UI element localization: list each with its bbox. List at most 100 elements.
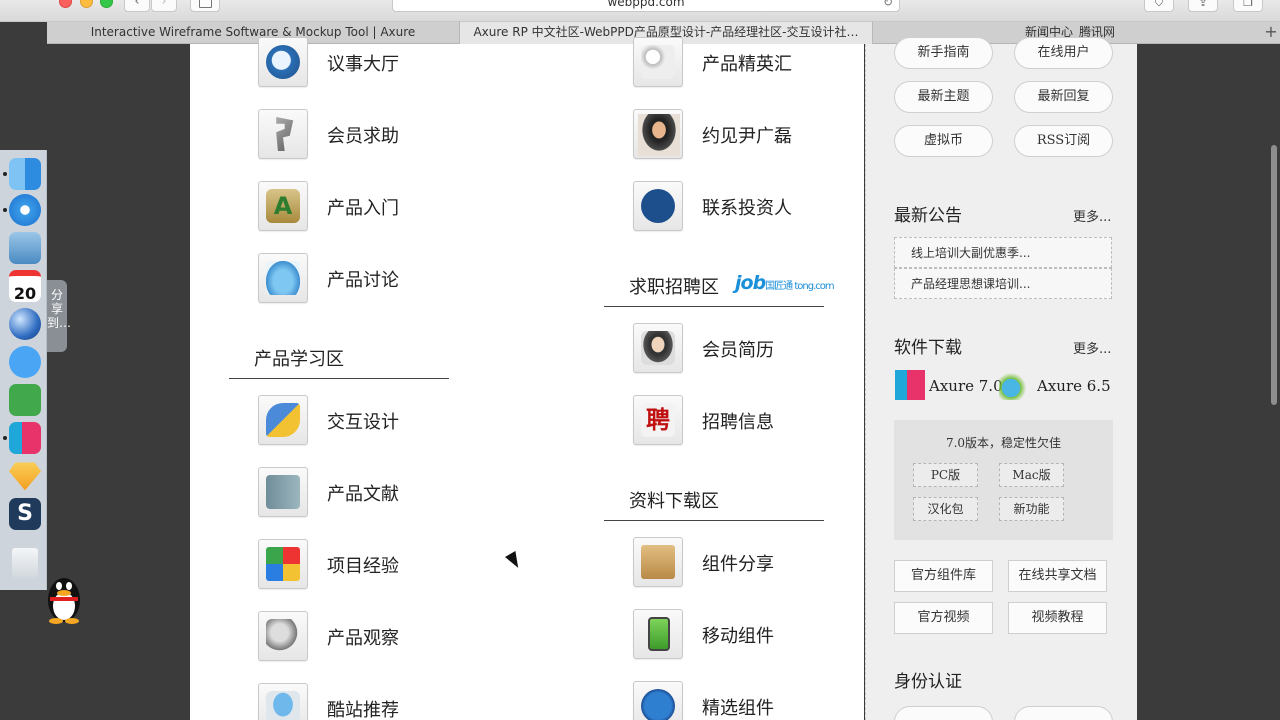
download-pc-button[interactable]: PC版 [913,463,978,487]
question-mark-icon [258,109,308,159]
official-widgets-button[interactable]: 官方组件库 [894,560,993,592]
download-mac-button[interactable]: Mac版 [999,463,1064,487]
axure7-logo-icon[interactable] [895,370,925,400]
forum-item-label: 交互设计 [327,412,399,433]
address-text: webppd.com [607,0,685,9]
sidebar-toggle-button[interactable] [190,0,220,12]
new-features-button[interactable]: 新功能 [999,497,1064,521]
share-button[interactable]: ⇪ [1188,0,1218,12]
chevron-left-icon: ‹ [134,0,140,9]
share-to-tab[interactable]: 分享到… [47,280,71,352]
announcement-item[interactable]: 线上培训大副优惠季... [894,237,1112,268]
dock: 20 S [0,150,47,590]
forum-item-label: 产品讨论 [327,270,399,291]
running-indicator [3,208,7,212]
calendar-day: 20 [13,284,37,303]
zoom-window-button[interactable] [100,0,113,8]
announcement-item[interactable]: 产品经理思想课培训... [894,268,1112,299]
bird-trophy-icon [258,683,308,720]
messages-icon[interactable] [9,346,41,378]
tab-axure-english[interactable]: Interactive Wireframe Software & Mockup … [47,22,460,44]
axure-icon[interactable] [9,422,41,454]
online-users-button[interactable]: 在线用户 [1014,37,1113,69]
forward-button[interactable]: › [151,0,177,12]
hire-character-icon: 聘 [633,395,683,445]
latest-topics-button[interactable]: 最新主题 [894,81,993,113]
screen: ‹ › webppd.com ↻ ⛉ ⇪ ❐ Interactive Wiref… [0,0,1280,720]
mobile-phone-icon [633,609,683,659]
downloads-more-link[interactable]: 更多... [1073,338,1111,357]
birds-icon [258,253,308,303]
trash-icon[interactable] [12,548,38,580]
running-indicator [3,172,7,176]
safari-icon[interactable] [9,194,41,226]
snagit-icon[interactable]: S [9,498,41,530]
forum-item-label: 产品文献 [327,484,399,505]
calendar-icon[interactable]: 20 [9,270,41,303]
rubiks-cube-icon [258,539,308,589]
address-bar[interactable]: webppd.com ↻ [392,0,900,12]
download-options-box: 7.0版本，稳定性欠佳 PC版 Mac版 汉化包 新功能 [894,420,1113,540]
axure7-link[interactable]: Axure 7.0 [929,377,1003,395]
identity-button-partial[interactable] [1014,706,1113,720]
forum-item-label: 约见尹广磊 [702,126,792,147]
new-tab-button[interactable]: + [1264,22,1278,44]
download-description: 7.0版本，稳定性欠佳 [945,436,1062,450]
share-icon: ⇪ [1198,0,1208,9]
forum-item-label: 产品入门 [327,198,399,219]
people-icon [633,37,683,87]
announcements-more-link[interactable]: 更多... [1073,206,1111,225]
tabs-icon: ❐ [1243,0,1253,9]
shared-docs-button[interactable]: 在线共享文档 [1008,560,1107,592]
job-site-logo[interactable]: job国匠通 tong.com [735,272,835,294]
sketch-icon[interactable] [9,462,41,491]
forum-item-label: 项目经验 [327,556,399,577]
virtual-coin-button[interactable]: 虚拟币 [894,125,993,157]
identity-button-partial[interactable] [894,706,993,720]
close-window-button[interactable] [59,0,72,8]
finder-icon[interactable] [9,158,41,190]
axure65-logo-icon[interactable] [999,370,1029,400]
man-avatar-icon [633,323,683,373]
forum-item-label: 精选组件 [702,698,774,719]
identity-title: 身份认证 [894,672,962,692]
extension-button[interactable]: ⛉ [1144,0,1174,12]
rss-subscribe-button[interactable]: RSS订阅 [1014,125,1113,157]
qq-penguin-icon[interactable] [46,570,82,624]
section-divider [604,520,824,521]
browser-globe-icon[interactable] [9,308,41,340]
letter-book-icon: A [258,181,308,231]
evernote-icon[interactable] [9,384,41,416]
chevron-right-icon: › [161,0,167,9]
announcements-title: 最新公告 [894,206,962,226]
back-button[interactable]: ‹ [124,0,150,12]
forum-item-label: 移动组件 [702,626,774,647]
notebook-icon [258,467,308,517]
show-tabs-button[interactable]: ❐ [1233,0,1263,12]
video-tutorials-button[interactable]: 视频教程 [1008,602,1107,634]
download-chinese-pack-button[interactable]: 汉化包 [913,497,978,521]
pencil-ruler-icon [258,395,308,445]
job-logo-subtext: 国匠通 tong.com [765,281,834,292]
official-videos-button[interactable]: 官方视频 [894,602,993,634]
forum-item-label: 会员简历 [702,340,774,361]
page-scrollbar[interactable] [1271,145,1277,405]
forum-item-label: 产品观察 [327,628,399,649]
sidebar-icon [199,0,212,8]
contact-card-cloud-icon [633,181,683,231]
job-logo-text: job [735,272,766,294]
reload-icon[interactable]: ↻ [883,0,893,9]
forum-item-label: 酷站推荐 [327,700,399,720]
forum-item-label: 联系投资人 [702,198,792,219]
forum-item-label: 议事大厅 [327,54,399,75]
speech-bubble-icon [258,37,308,87]
minimize-window-button[interactable] [80,0,93,8]
preview-icon[interactable] [9,232,41,264]
browser-toolbar: ‹ › webppd.com ↻ ⛉ ⇪ ❐ [0,0,1280,22]
forum-item-label: 产品精英汇 [702,54,792,75]
section-title-download: 资料下载区 [629,491,719,512]
latest-replies-button[interactable]: 最新回复 [1014,81,1113,113]
axure65-link[interactable]: Axure 6.5 [1037,377,1111,395]
person-photo-icon [633,109,683,159]
newbie-guide-button[interactable]: 新手指南 [894,37,993,69]
